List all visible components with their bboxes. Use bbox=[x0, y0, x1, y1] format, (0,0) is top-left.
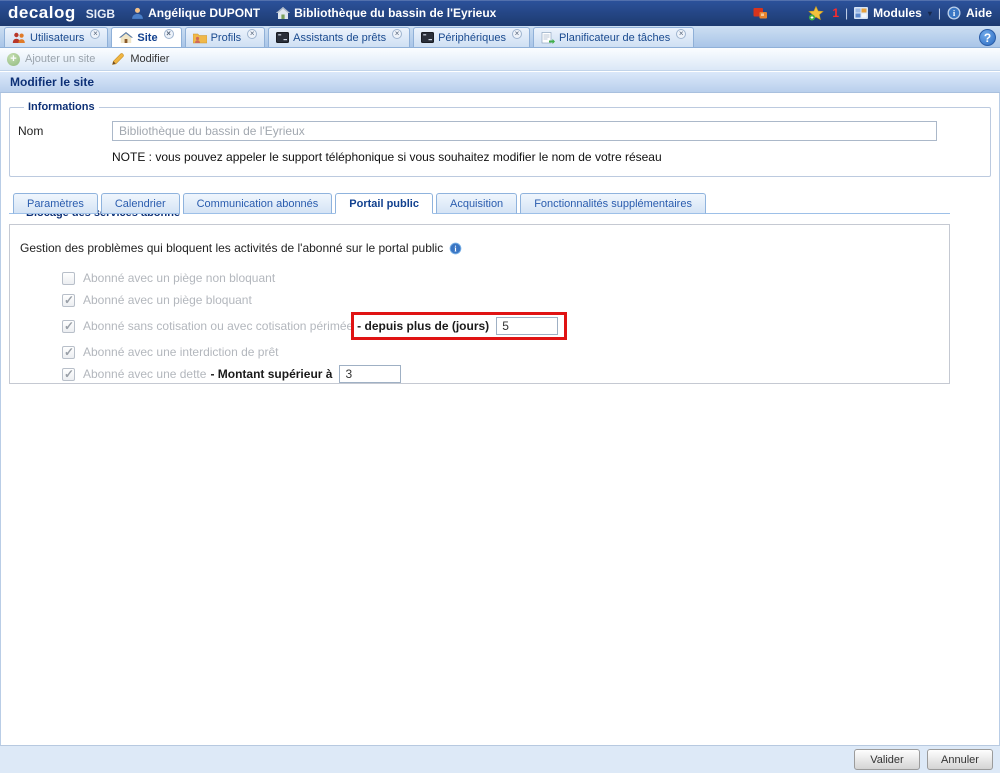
checkbox[interactable] bbox=[62, 294, 75, 307]
tab-peripheriques[interactable]: Périphériques × bbox=[413, 27, 530, 47]
close-icon[interactable]: × bbox=[392, 29, 402, 39]
modules-menu[interactable]: Modules ▾ bbox=[854, 6, 932, 20]
tab-profils[interactable]: Profils × bbox=[185, 27, 266, 47]
app-logo-suffix: SIGB bbox=[86, 7, 115, 21]
user-icon bbox=[131, 7, 144, 20]
cancel-button[interactable]: Annuler bbox=[927, 749, 993, 770]
close-icon[interactable]: × bbox=[512, 29, 522, 39]
modules-grid-icon bbox=[854, 7, 868, 19]
informations-fieldset: Informations Nom NOTE : vous pouvez appe… bbox=[9, 101, 991, 177]
checkbox-row-piege-non-bloquant: Abonné avec un piège non bloquant bbox=[62, 267, 939, 289]
blocage-description: Gestion des problèmes qui bloquent les a… bbox=[20, 241, 443, 255]
tab-label: Site bbox=[137, 32, 157, 44]
tab-label: Planificateur de tâches bbox=[559, 32, 670, 44]
main-content: Informations Nom NOTE : vous pouvez appe… bbox=[0, 93, 1000, 745]
tab-utilisateurs[interactable]: Utilisateurs × bbox=[4, 27, 108, 47]
validate-button[interactable]: Valider bbox=[854, 749, 920, 770]
folder-user-icon bbox=[193, 32, 207, 44]
page-title: Modifier le site bbox=[0, 71, 1000, 93]
add-site-button[interactable]: + Ajouter un site bbox=[7, 53, 95, 66]
top-bar: decalog SIGB Angélique DUPONT Bibliothèq… bbox=[0, 0, 1000, 26]
close-icon[interactable]: × bbox=[164, 29, 174, 39]
chevron-down-icon: ▾ bbox=[928, 9, 932, 18]
alert-icon[interactable] bbox=[753, 7, 768, 20]
amount-input[interactable] bbox=[339, 365, 401, 383]
module-tab-bar: Utilisateurs × Site × Profils × Assistan… bbox=[0, 26, 1000, 48]
checkbox-label: Abonné avec une dette bbox=[83, 367, 206, 381]
highlight-box: - depuis plus de (jours) bbox=[351, 312, 567, 340]
checkbox-row-cotisation: Abonné sans cotisation ou avec cotisatio… bbox=[62, 311, 939, 341]
separator: | bbox=[845, 6, 848, 20]
favorites-count: 1 bbox=[832, 6, 839, 20]
tab-label: Assistants de prêts bbox=[293, 32, 386, 44]
section-tab-bar: Paramètres Calendrier Communication abon… bbox=[9, 193, 950, 213]
tab-label: Profils bbox=[211, 32, 242, 44]
tab-acquisition[interactable]: Acquisition bbox=[436, 193, 517, 214]
terminal-icon bbox=[421, 32, 434, 43]
task-scheduler-icon bbox=[541, 32, 555, 44]
note-text: NOTE : vous pouvez appeler le support té… bbox=[112, 150, 980, 164]
days-input[interactable] bbox=[496, 317, 558, 335]
site-name-input[interactable] bbox=[112, 121, 937, 141]
checkbox[interactable] bbox=[62, 368, 75, 381]
home-icon bbox=[276, 7, 290, 20]
tab-assistants-de-prets[interactable]: Assistants de prêts × bbox=[268, 27, 410, 47]
tab-planificateur-de-taches[interactable]: Planificateur de tâches × bbox=[533, 27, 694, 47]
help-menu[interactable]: i Aide bbox=[947, 6, 992, 20]
home-icon bbox=[119, 32, 133, 44]
terminal-icon bbox=[276, 32, 289, 43]
tab-label: Périphériques bbox=[438, 32, 506, 44]
favorites-star-icon[interactable] bbox=[808, 6, 824, 21]
action-toolbar: + Ajouter un site Modifier bbox=[0, 48, 1000, 71]
checkbox[interactable] bbox=[62, 320, 75, 333]
help-label: Aide bbox=[966, 6, 992, 20]
site-settings-panel: Paramètres Calendrier Communication abon… bbox=[9, 193, 950, 384]
tab-portail-public[interactable]: Portail public bbox=[335, 193, 433, 214]
current-user[interactable]: Angélique DUPONT bbox=[131, 6, 260, 20]
informations-legend: Informations bbox=[24, 101, 99, 113]
checkbox-row-dette: Abonné avec une dette - Montant supérieu… bbox=[62, 363, 939, 385]
blocage-box: Gestion des problèmes qui bloquent les a… bbox=[9, 224, 950, 384]
edit-label: Modifier bbox=[130, 53, 169, 65]
current-site-name: Bibliothèque du bassin de l'Eyrieux bbox=[294, 6, 496, 20]
tab-site[interactable]: Site × bbox=[111, 27, 181, 47]
checkbox[interactable] bbox=[62, 346, 75, 359]
tab-label: Utilisateurs bbox=[30, 32, 84, 44]
checkbox-label: Abonné avec un piège non bloquant bbox=[83, 271, 275, 285]
tab-communication-abonnes[interactable]: Communication abonnés bbox=[183, 193, 333, 214]
pencil-icon bbox=[111, 52, 125, 66]
edit-button[interactable]: Modifier bbox=[111, 52, 169, 66]
users-icon bbox=[12, 32, 26, 44]
app-window: decalog SIGB Angélique DUPONT Bibliothèq… bbox=[0, 0, 1000, 773]
current-site[interactable]: Bibliothèque du bassin de l'Eyrieux bbox=[276, 6, 496, 20]
info-icon[interactable]: i bbox=[449, 242, 462, 255]
footer-bar: Valider Annuler bbox=[0, 745, 1000, 773]
tab-fonctionnalites-supplementaires[interactable]: Fonctionnalités supplémentaires bbox=[520, 193, 706, 214]
separator: | bbox=[938, 6, 941, 20]
checkbox-label: Abonné avec un piège bloquant bbox=[83, 293, 252, 307]
checkbox[interactable] bbox=[62, 272, 75, 285]
close-icon[interactable]: × bbox=[247, 29, 257, 39]
tab-calendrier[interactable]: Calendrier bbox=[101, 193, 180, 214]
amount-suffix-label: - Montant supérieur à bbox=[210, 367, 332, 381]
modules-label: Modules bbox=[873, 6, 922, 20]
checkbox-label: Abonné sans cotisation ou avec cotisatio… bbox=[83, 319, 353, 333]
checkbox-label: Abonné avec une interdiction de prêt bbox=[83, 345, 278, 359]
blocage-fieldset: Blocage des services abonné Gestion des … bbox=[9, 213, 950, 384]
checkbox-row-piege-bloquant: Abonné avec un piège bloquant bbox=[62, 289, 939, 311]
app-logo: decalog bbox=[8, 3, 76, 23]
add-icon: + bbox=[7, 53, 20, 66]
checkbox-row-interdiction-pret: Abonné avec une interdiction de prêt bbox=[62, 341, 939, 363]
close-icon[interactable]: × bbox=[90, 29, 100, 39]
add-site-label: Ajouter un site bbox=[25, 53, 95, 65]
close-icon[interactable]: × bbox=[676, 29, 686, 39]
help-icon[interactable]: ? bbox=[979, 29, 996, 46]
days-suffix-label: - depuis plus de (jours) bbox=[357, 319, 489, 333]
current-user-name: Angélique DUPONT bbox=[148, 6, 260, 20]
name-label: Nom bbox=[18, 124, 112, 138]
info-icon: i bbox=[947, 6, 961, 20]
tab-parametres[interactable]: Paramètres bbox=[13, 193, 98, 214]
